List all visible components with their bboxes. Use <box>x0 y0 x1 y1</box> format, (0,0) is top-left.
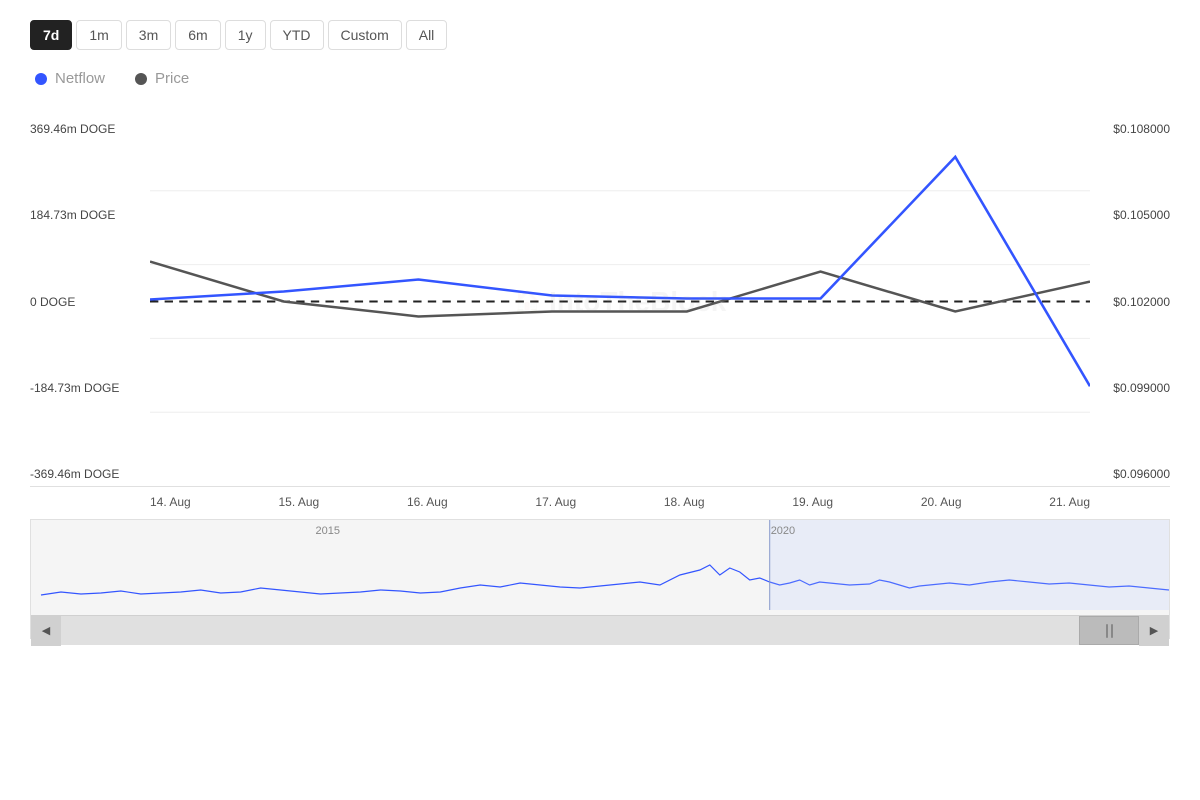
y-axis-right: $0.108000 $0.105000 $0.102000 $0.099000 $0.0… <box>1090 117 1170 486</box>
x-label: 19. Aug <box>792 495 833 509</box>
y-right-label: $0.108000 <box>1090 122 1170 136</box>
y-right-label: $0.105000 <box>1090 208 1170 222</box>
time-btn-6m[interactable]: 6m <box>175 20 220 50</box>
x-label: 15. Aug <box>278 495 319 509</box>
scroll-track <box>61 616 1139 645</box>
main-chart: 369.46m DOGE 184.73m DOGE 0 DOGE -184.73m D… <box>30 117 1170 487</box>
time-range-selector: 7d1m3m6m1yYTDCustomAll <box>30 20 1170 50</box>
scroll-right-button[interactable]: ▶ <box>1139 616 1169 646</box>
y-right-label: $0.099000 <box>1090 381 1170 395</box>
x-axis: 14. Aug 15. Aug 16. Aug 17. Aug 18. Aug 19. A… <box>150 487 1090 514</box>
time-btn-7d[interactable]: 7d <box>30 20 72 50</box>
x-label: 20. Aug <box>921 495 962 509</box>
time-btn-3m[interactable]: 3m <box>126 20 171 50</box>
scroll-thumb[interactable] <box>1079 616 1139 645</box>
y-left-label: 0 DOGE <box>30 295 150 309</box>
legend-dot-netflow <box>35 73 47 85</box>
x-label: 18. Aug <box>664 495 705 509</box>
thumb-line-2 <box>1111 624 1113 638</box>
navigator: 2015 2020 ◀ ▶ <box>30 519 1170 639</box>
scroll-left-button[interactable]: ◀ <box>31 616 61 646</box>
time-btn-1y[interactable]: 1y <box>225 20 266 50</box>
legend-item-netflow: Netflow <box>35 70 105 87</box>
thumb-line-1 <box>1106 624 1108 638</box>
main-container: 7d1m3m6m1yYTDCustomAll Netflow Price 369.… <box>0 0 1200 800</box>
y-axis-left: 369.46m DOGE 184.73m DOGE 0 DOGE -184.73m D… <box>30 117 150 486</box>
time-btn-1m[interactable]: 1m <box>76 20 121 50</box>
legend-label-netflow: Netflow <box>55 70 105 87</box>
scroll-thumb-handle <box>1106 624 1113 638</box>
y-left-label: 184.73m DOGE <box>30 208 150 222</box>
y-right-label: $0.102000 <box>1090 295 1170 309</box>
time-btn-ytd[interactable]: YTD <box>270 20 324 50</box>
navigator-svg <box>31 520 1169 610</box>
y-right-label: $0.096000 <box>1090 467 1170 481</box>
x-label: 17. Aug <box>535 495 576 509</box>
x-label: 16. Aug <box>407 495 448 509</box>
legend-dot-price <box>135 73 147 85</box>
chart-wrapper: 369.46m DOGE 184.73m DOGE 0 DOGE -184.73m D… <box>30 117 1170 639</box>
time-btn-custom[interactable]: Custom <box>328 20 402 50</box>
chart-svg-area: 🏠 IntoTheBlock <box>150 117 1090 486</box>
time-btn-all[interactable]: All <box>406 20 448 50</box>
chart-svg <box>150 117 1090 486</box>
legend-label-price: Price <box>155 70 189 87</box>
x-label: 14. Aug <box>150 495 191 509</box>
x-label: 21. Aug <box>1049 495 1090 509</box>
navigator-scrollbar: ◀ ▶ <box>31 615 1169 645</box>
legend: Netflow Price <box>30 70 1170 87</box>
y-left-label: -184.73m DOGE <box>30 381 150 395</box>
legend-item-price: Price <box>135 70 189 87</box>
y-left-label: 369.46m DOGE <box>30 122 150 136</box>
y-left-label: -369.46m DOGE <box>30 467 150 481</box>
